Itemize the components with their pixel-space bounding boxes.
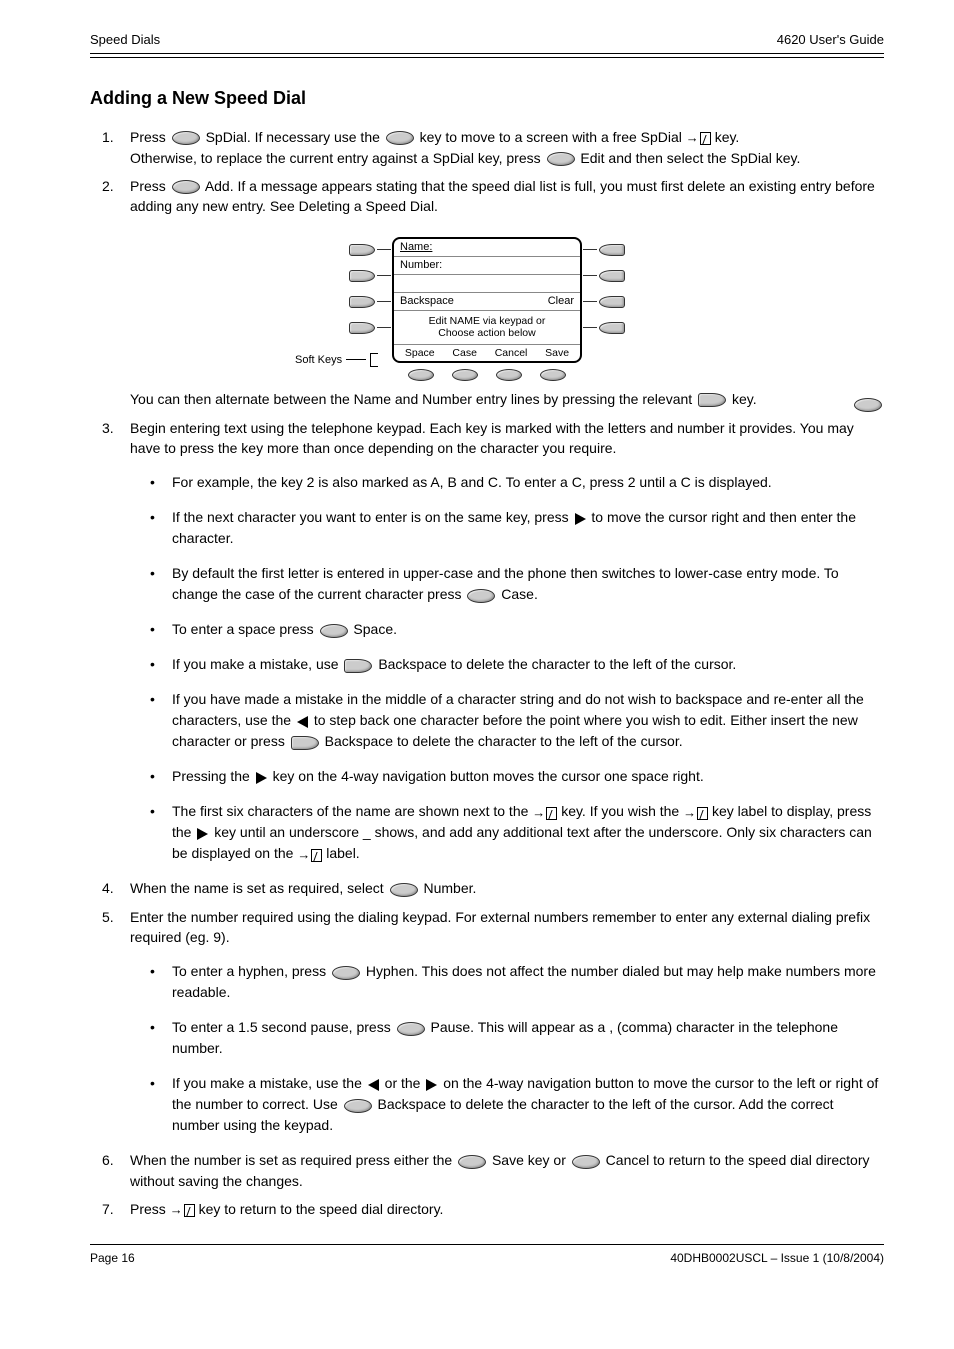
softkey-icon xyxy=(547,152,575,166)
lcd-soft-case: Case xyxy=(450,347,479,359)
side-key-icon xyxy=(349,270,375,282)
side-key-icon xyxy=(599,296,625,308)
step1-a: Press xyxy=(130,129,166,145)
step4a: When the name is set as required, select xyxy=(130,880,384,896)
step6b: Save key or xyxy=(492,1152,566,1168)
bullet-2a: If the next character you want to enter … xyxy=(172,509,569,525)
softkey-icon xyxy=(397,1022,425,1036)
spdial-icon: → xyxy=(683,803,708,823)
nav-right-icon xyxy=(197,828,208,840)
side-key-icon xyxy=(349,322,375,334)
bullet-4a: To enter a space press xyxy=(172,621,314,637)
s5b3a: If you make a mistake, use the xyxy=(172,1075,362,1091)
bullet-8b: key. If you wish the xyxy=(561,803,679,819)
softkeys-label: Soft Keys xyxy=(295,354,342,366)
step6a: When the number is set as required press… xyxy=(130,1152,452,1168)
nav-right-icon xyxy=(256,772,267,784)
softkey-icon xyxy=(408,369,434,381)
step2-a: Press xyxy=(130,178,166,194)
header-left: Speed Dials xyxy=(90,32,160,47)
softkey-icon xyxy=(854,398,882,412)
softkey-icon xyxy=(332,966,360,980)
lcd-soft-space: Space xyxy=(403,347,437,359)
bullet-6c: Backspace to delete the character to the… xyxy=(325,733,683,749)
side-key-icon xyxy=(291,736,319,750)
step4b: Number. xyxy=(423,880,476,896)
side-key-icon xyxy=(349,244,375,256)
spdial-icon: → xyxy=(686,129,711,148)
lcd-number-label: Number: xyxy=(400,259,442,271)
spdial-icon: → xyxy=(532,803,557,823)
side-key-icon xyxy=(599,244,625,256)
side-key-icon xyxy=(698,393,726,407)
softkey-icon xyxy=(572,1155,600,1169)
s5b3b: or the xyxy=(385,1075,421,1091)
step2-b: Add. If a message appears stating that t… xyxy=(130,178,875,214)
bullet-1: For example, the key 2 is also marked as… xyxy=(172,474,772,490)
step1-d: key. xyxy=(715,129,740,145)
lcd-msg1: Edit NAME via keypad or xyxy=(400,315,574,328)
lcd-soft-cancel: Cancel xyxy=(493,347,530,359)
header-right: 4620 User's Guide xyxy=(777,32,884,47)
softkey-icon xyxy=(172,180,200,194)
lcd-name-label: Name: xyxy=(400,241,432,253)
bullet-5a: If you make a mistake, use xyxy=(172,656,339,672)
softkey-icon xyxy=(386,131,414,145)
softkey-icon xyxy=(458,1155,486,1169)
side-key-icon xyxy=(344,659,372,673)
step1-alt: Otherwise, to replace the current entry … xyxy=(130,150,541,166)
softkey-icon xyxy=(390,883,418,897)
s5b1a: To enter a hyphen, press xyxy=(172,963,326,979)
step5: Enter the number required using the dial… xyxy=(130,909,870,945)
side-key-icon xyxy=(599,322,625,334)
nav-left-icon xyxy=(297,716,308,728)
side-key-icon xyxy=(349,296,375,308)
step7a: Press xyxy=(130,1201,166,1217)
nav-right-icon xyxy=(426,1079,437,1091)
bullet-7a: Pressing the xyxy=(172,768,250,784)
bullet-8d: key until an underscore _ shows, and add… xyxy=(172,824,872,861)
step1-b: SpDial. If necessary use the xyxy=(206,129,380,145)
s5b2a: To enter a 1.5 second pause, press xyxy=(172,1019,391,1035)
bullet-5b: Backspace to delete the character to the… xyxy=(378,656,736,672)
bullet-3b: Case. xyxy=(501,586,538,602)
step7: key to return to the speed dial director… xyxy=(199,1201,444,1217)
row5b: key. xyxy=(732,391,757,407)
bullet-8a: The first six characters of the name are… xyxy=(172,803,528,819)
row5a: You can then alternate between the Name … xyxy=(130,391,692,407)
nav-left-icon xyxy=(368,1079,379,1091)
softkey-icon xyxy=(467,589,495,603)
footer-right: 40DHB0002USCL – Issue 1 (10/8/2004) xyxy=(670,1251,884,1265)
step1-alt2: Edit and then select the SpDial key. xyxy=(580,150,800,166)
lcd-soft-save: Save xyxy=(543,347,571,359)
step1-c: key to move to a screen with a free SpDi… xyxy=(420,129,682,145)
side-key-icon xyxy=(599,270,625,282)
softkey-icon xyxy=(344,1099,372,1113)
nav-right-icon xyxy=(575,513,586,525)
lcd-msg2: Choose action below xyxy=(400,327,574,340)
lcd-backspace: Backspace xyxy=(400,295,454,307)
softkey-icon xyxy=(172,131,200,145)
bullet-8e: label. xyxy=(326,845,359,861)
softkey-icon xyxy=(452,369,478,381)
step3: Begin entering text using the telephone … xyxy=(130,420,854,456)
bullet-4b: Space. xyxy=(353,621,397,637)
section-title: Adding a New Speed Dial xyxy=(90,88,884,109)
bullet-7b: key on the 4-way navigation button moves… xyxy=(273,768,704,784)
lcd-diagram: Name: Number: Backspace Clear Edit NAME v… xyxy=(327,237,647,381)
spdial-icon: → xyxy=(170,1201,195,1220)
softkey-icon xyxy=(540,369,566,381)
softkey-icon xyxy=(320,624,348,638)
footer-left: Page 16 xyxy=(90,1251,135,1265)
lcd-clear: Clear xyxy=(548,295,574,307)
softkey-icon xyxy=(496,369,522,381)
spdial-icon: → xyxy=(297,845,322,865)
